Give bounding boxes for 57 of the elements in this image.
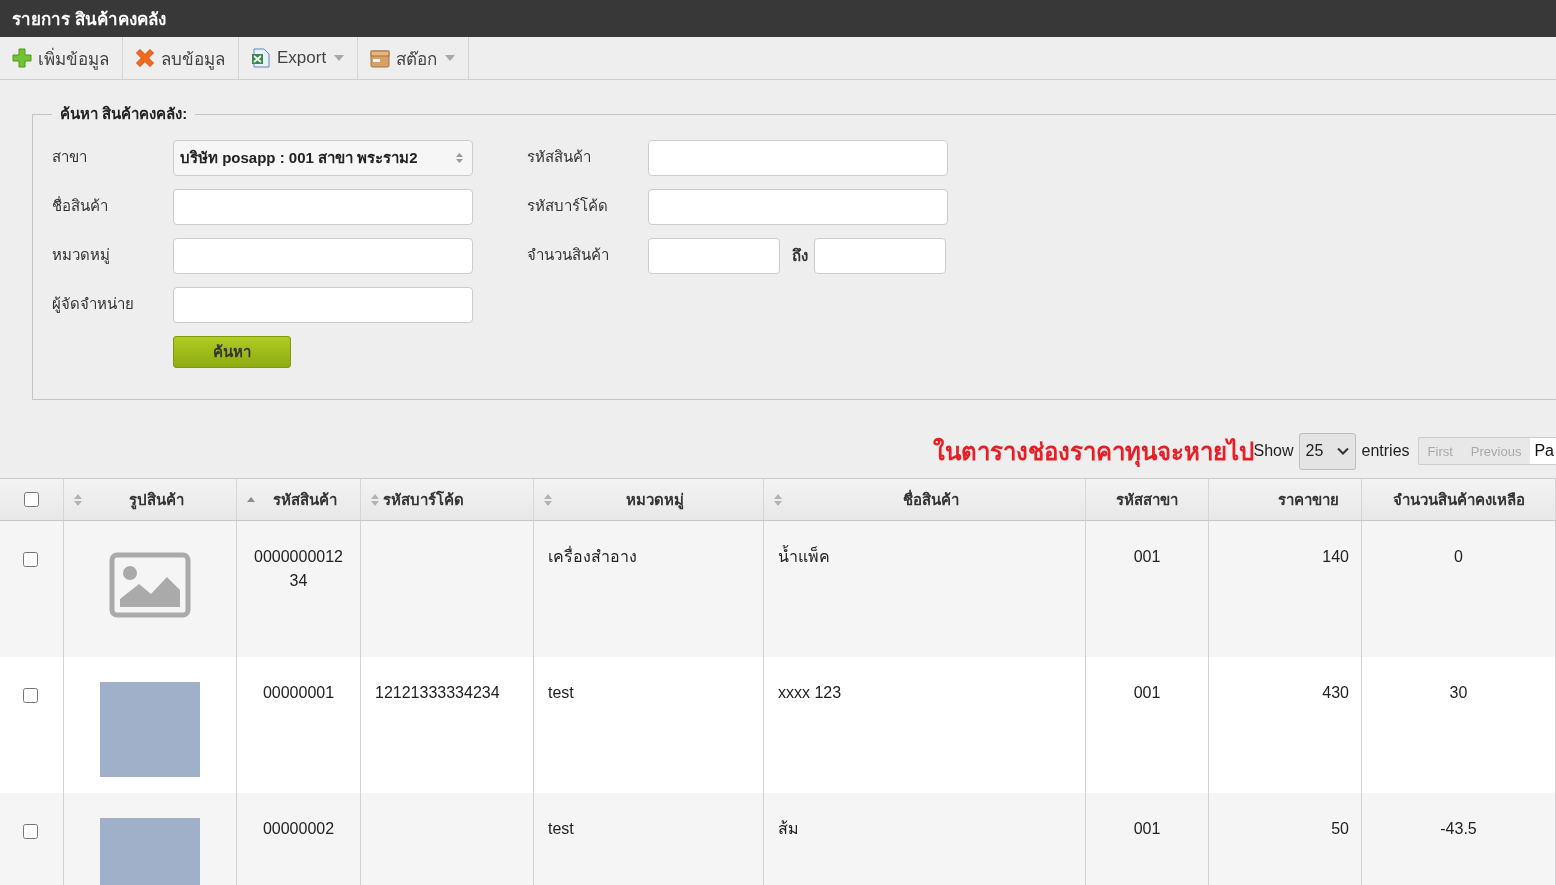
table-cell: -43.5 [1362, 793, 1556, 885]
toolbar-button[interactable]: Export [239, 37, 359, 79]
chevron-down-icon [1336, 447, 1349, 455]
window-title: รายการ สินค้าคงคลัง [12, 9, 166, 31]
table-cell: 001 [1086, 793, 1209, 885]
row-checkbox[interactable] [23, 824, 38, 839]
field-label: รหัสบาร์โค้ด [527, 196, 609, 216]
column-header: รหัสสาขา [1086, 479, 1209, 520]
toolbar-button[interactable]: สต๊อก [358, 37, 470, 79]
notice-text: ในตารางช่องราคาทุนจะหายไป [932, 436, 1254, 469]
row-checkbox[interactable] [23, 688, 38, 703]
column-header[interactable]: ชื่อสินค้า [764, 479, 1086, 520]
column-header[interactable]: รหัสบาร์โค้ด [361, 479, 534, 520]
search-button[interactable]: ค้นหา [173, 336, 291, 368]
column-header[interactable]: รหัสสินค้า [237, 479, 361, 520]
up-down-arrows-icon [456, 153, 463, 163]
row-checkbox[interactable] [23, 552, 38, 567]
table-cell: 50 [1209, 793, 1362, 885]
search-legend: ค้นหา สินค้าคงคลัง: [52, 102, 196, 126]
input-field[interactable] [648, 238, 780, 274]
input-field[interactable] [173, 189, 473, 225]
input-field[interactable] [814, 238, 946, 274]
entries-label: entries [1361, 442, 1410, 460]
sort-icon [371, 493, 379, 506]
column-header: ราคาขาย [1209, 479, 1362, 520]
sort-icon [544, 493, 552, 506]
input-field[interactable] [648, 140, 948, 176]
table-cell: test [534, 793, 764, 885]
table-cell: ส้ม [764, 793, 1086, 885]
input-field[interactable] [173, 287, 473, 323]
table-cell: 00000002 [237, 793, 361, 885]
column-header[interactable]: หมวดหมู่ [534, 479, 764, 520]
branch-select[interactable]: บริษัท posapp : 001 สาขา พระราม2 [173, 140, 473, 176]
input-field[interactable] [648, 189, 948, 225]
field-label: สาขา [52, 147, 88, 167]
column-header[interactable]: รูปสินค้า [64, 479, 237, 520]
plus-icon [12, 48, 32, 68]
box-icon [370, 48, 391, 68]
entries-select[interactable]: 25 [1298, 432, 1356, 470]
field-label: จำนวนสินค้า [527, 245, 610, 265]
column-header: จำนวนสินค้าคงเหลือ [1362, 479, 1556, 520]
toolbar-button[interactable]: ลบข้อมูล [123, 37, 239, 79]
separator-label: ถึง [792, 246, 808, 266]
sort-icon [774, 493, 782, 506]
field-label: รหัสสินค้า [527, 147, 592, 167]
select-all-checkbox[interactable] [24, 492, 39, 507]
field-label: ชื่อสินค้า [52, 195, 109, 216]
cross-icon [135, 48, 155, 68]
sort-icon [74, 493, 82, 506]
page-button[interactable]: Pa [1530, 438, 1556, 464]
spreadsheet-icon [251, 48, 271, 68]
show-label: Show [1253, 442, 1294, 459]
input-field[interactable] [173, 238, 473, 274]
toolbar-button[interactable]: เพิ่มข้อมูล [0, 37, 123, 79]
field-label: ผู้จัดจำหน่าย [52, 294, 135, 315]
sort-ascending-icon [247, 497, 255, 502]
field-label: หมวดหมู่ [52, 245, 111, 266]
